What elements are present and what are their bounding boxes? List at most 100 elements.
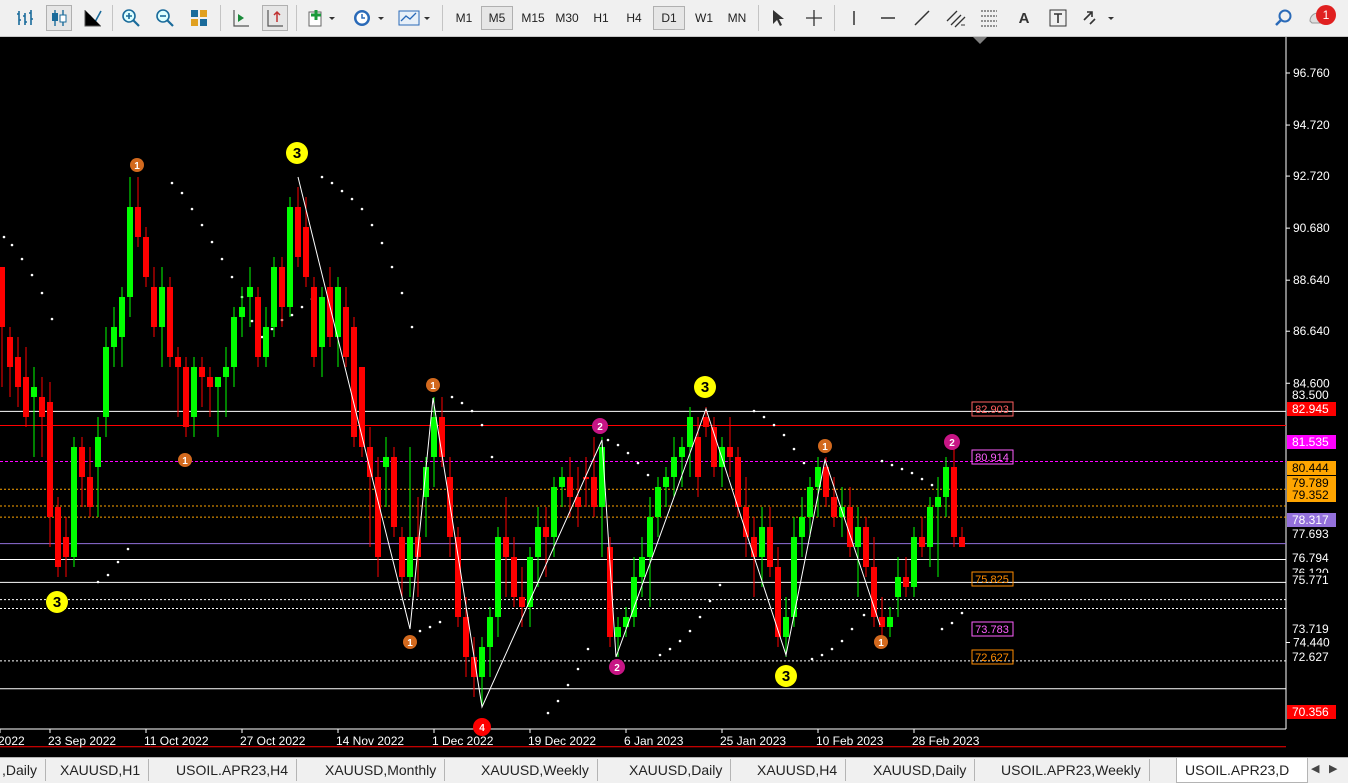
sar-dot: [910, 471, 914, 475]
fibonacci-icon[interactable]: [976, 5, 1004, 31]
timeframe-mn-button[interactable]: MN: [721, 6, 753, 30]
tile-windows-icon[interactable]: [186, 5, 212, 31]
price-tick-label: 92.720: [1293, 169, 1330, 183]
line-chart-icon[interactable]: [80, 5, 106, 31]
bar-chart-icon[interactable]: [12, 5, 38, 31]
bear-candle: [919, 537, 925, 547]
text-label-icon[interactable]: [1044, 5, 1072, 31]
bear-candle: [439, 417, 445, 457]
bear-candle: [303, 227, 309, 277]
sar-dot: [320, 175, 324, 179]
bear-candle: [863, 527, 869, 567]
bear-candle: [199, 367, 205, 377]
price-axis-label: 72.627: [1292, 650, 1329, 664]
price-tick-label: 86.640: [1293, 324, 1330, 338]
chart-shift-icon[interactable]: [262, 5, 288, 31]
timeframe-d1-button[interactable]: D1: [653, 6, 685, 30]
sar-dot: [470, 409, 474, 413]
equidistant-channel-icon[interactable]: [942, 5, 970, 31]
bear-candle: [351, 327, 357, 437]
wave-label-text: 2: [614, 663, 620, 674]
bull-candle: [935, 497, 941, 507]
tab-scroll-left-icon[interactable]: ◀: [1311, 762, 1319, 775]
bull-candle: [271, 267, 277, 327]
vertical-line-icon[interactable]: [840, 5, 868, 31]
bull-candle: [239, 307, 245, 317]
bear-candle: [767, 527, 773, 567]
chart-tab[interactable]: XAUUSD,Daily: [621, 759, 732, 781]
bear-candle: [183, 367, 189, 427]
bull-candle: [479, 647, 485, 677]
zoom-out-icon[interactable]: [152, 5, 178, 31]
notifications-icon[interactable]: 1: [1304, 5, 1338, 31]
indicators-icon[interactable]: [304, 5, 340, 31]
chart-tab[interactable]: XAUUSD,Weekly: [473, 759, 598, 781]
trendline-icon[interactable]: [908, 5, 936, 31]
wave-label-text: 1: [407, 638, 413, 649]
sar-dot: [752, 409, 756, 413]
toolbar: M1 M5 M15 M30 H1 H4 D1 W1 MN A 1: [0, 0, 1348, 37]
cursor-arrow-icon[interactable]: [764, 5, 792, 31]
bull-candle: [111, 327, 117, 347]
bull-candle: [103, 347, 109, 417]
timeframe-m5-button[interactable]: M5: [481, 6, 513, 30]
timeframe-h1-button[interactable]: H1: [586, 6, 616, 30]
price-chart[interactable]: 1 3 3 1 1 1 2 2 3 3 1 1 2 4 82.903 80.914 75.825 73.783 7…: [0, 37, 1348, 757]
bull-candle: [407, 537, 413, 577]
chart-tab[interactable]: XAUUSD,Daily: [865, 759, 976, 781]
chart-shift-marker: [973, 37, 987, 44]
chart-tab[interactable]: XAUUSD,H4: [749, 759, 847, 781]
zigzag-line: [297, 176, 881, 709]
wave-label-text: 3: [701, 379, 709, 396]
tab-scroll-right-icon[interactable]: ▶: [1329, 762, 1337, 775]
bear-candle: [583, 477, 589, 479]
bear-candle: [343, 307, 349, 357]
bull-candle: [95, 437, 101, 467]
date-tick-label: 1 Dec 2022: [432, 734, 494, 748]
bear-candle: [63, 537, 69, 557]
crosshair-icon[interactable]: [800, 5, 828, 31]
chart-tab[interactable]: ,Daily: [0, 759, 47, 781]
bear-candle: [703, 417, 709, 427]
wave-label-text: 1: [430, 381, 436, 392]
bull-candle: [679, 447, 685, 457]
sar-dot: [10, 243, 14, 247]
sar-dot: [960, 611, 964, 615]
sar-dot: [940, 627, 944, 631]
timeframe-m1-button[interactable]: M1: [448, 6, 480, 30]
templates-icon[interactable]: [394, 5, 434, 31]
bull-candle: [431, 417, 437, 457]
chart-tab-active[interactable]: USOIL.APR23,D: [1176, 758, 1308, 783]
bull-candle: [551, 487, 557, 537]
sar-dot: [880, 459, 884, 463]
sar-dot: [840, 639, 844, 643]
in-chart-label-text: 80.914: [975, 452, 1009, 464]
timeframe-m15-button[interactable]: M15: [516, 6, 550, 30]
price-axis-label: 73.719: [1292, 622, 1329, 636]
price-axis-label: 70.356: [1292, 705, 1329, 719]
timeframe-w1-button[interactable]: W1: [688, 6, 720, 30]
sar-dot: [250, 319, 254, 323]
horizontal-line-icon[interactable]: [874, 5, 902, 31]
bear-candle: [375, 477, 381, 557]
search-icon[interactable]: [1270, 5, 1296, 31]
timeframe-h4-button[interactable]: H4: [619, 6, 649, 30]
timeframe-m30-button[interactable]: M30: [550, 6, 584, 30]
auto-scroll-icon[interactable]: [228, 5, 254, 31]
arrows-shapes-icon[interactable]: [1078, 5, 1118, 31]
periodicity-clock-icon[interactable]: [348, 5, 388, 31]
date-tick-label: 27 Oct 2022: [240, 734, 306, 748]
chart-tab[interactable]: XAUUSD,H1: [52, 759, 150, 781]
sar-dot: [480, 423, 484, 427]
zoom-in-icon[interactable]: [118, 5, 144, 31]
chart-tab[interactable]: USOIL.APR23,H4: [168, 759, 298, 781]
sar-dot: [290, 313, 294, 317]
chart-tab[interactable]: XAUUSD,Monthly: [317, 759, 446, 781]
text-tool-icon[interactable]: A: [1010, 5, 1038, 31]
notification-badge: 1: [1316, 5, 1336, 25]
chart-tab[interactable]: USOIL.APR23,Weekly: [993, 759, 1150, 781]
bear-candle: [143, 237, 149, 277]
candlestick-chart-icon[interactable]: [46, 5, 72, 31]
bear-candle: [15, 357, 21, 387]
bull-candle: [287, 207, 293, 307]
